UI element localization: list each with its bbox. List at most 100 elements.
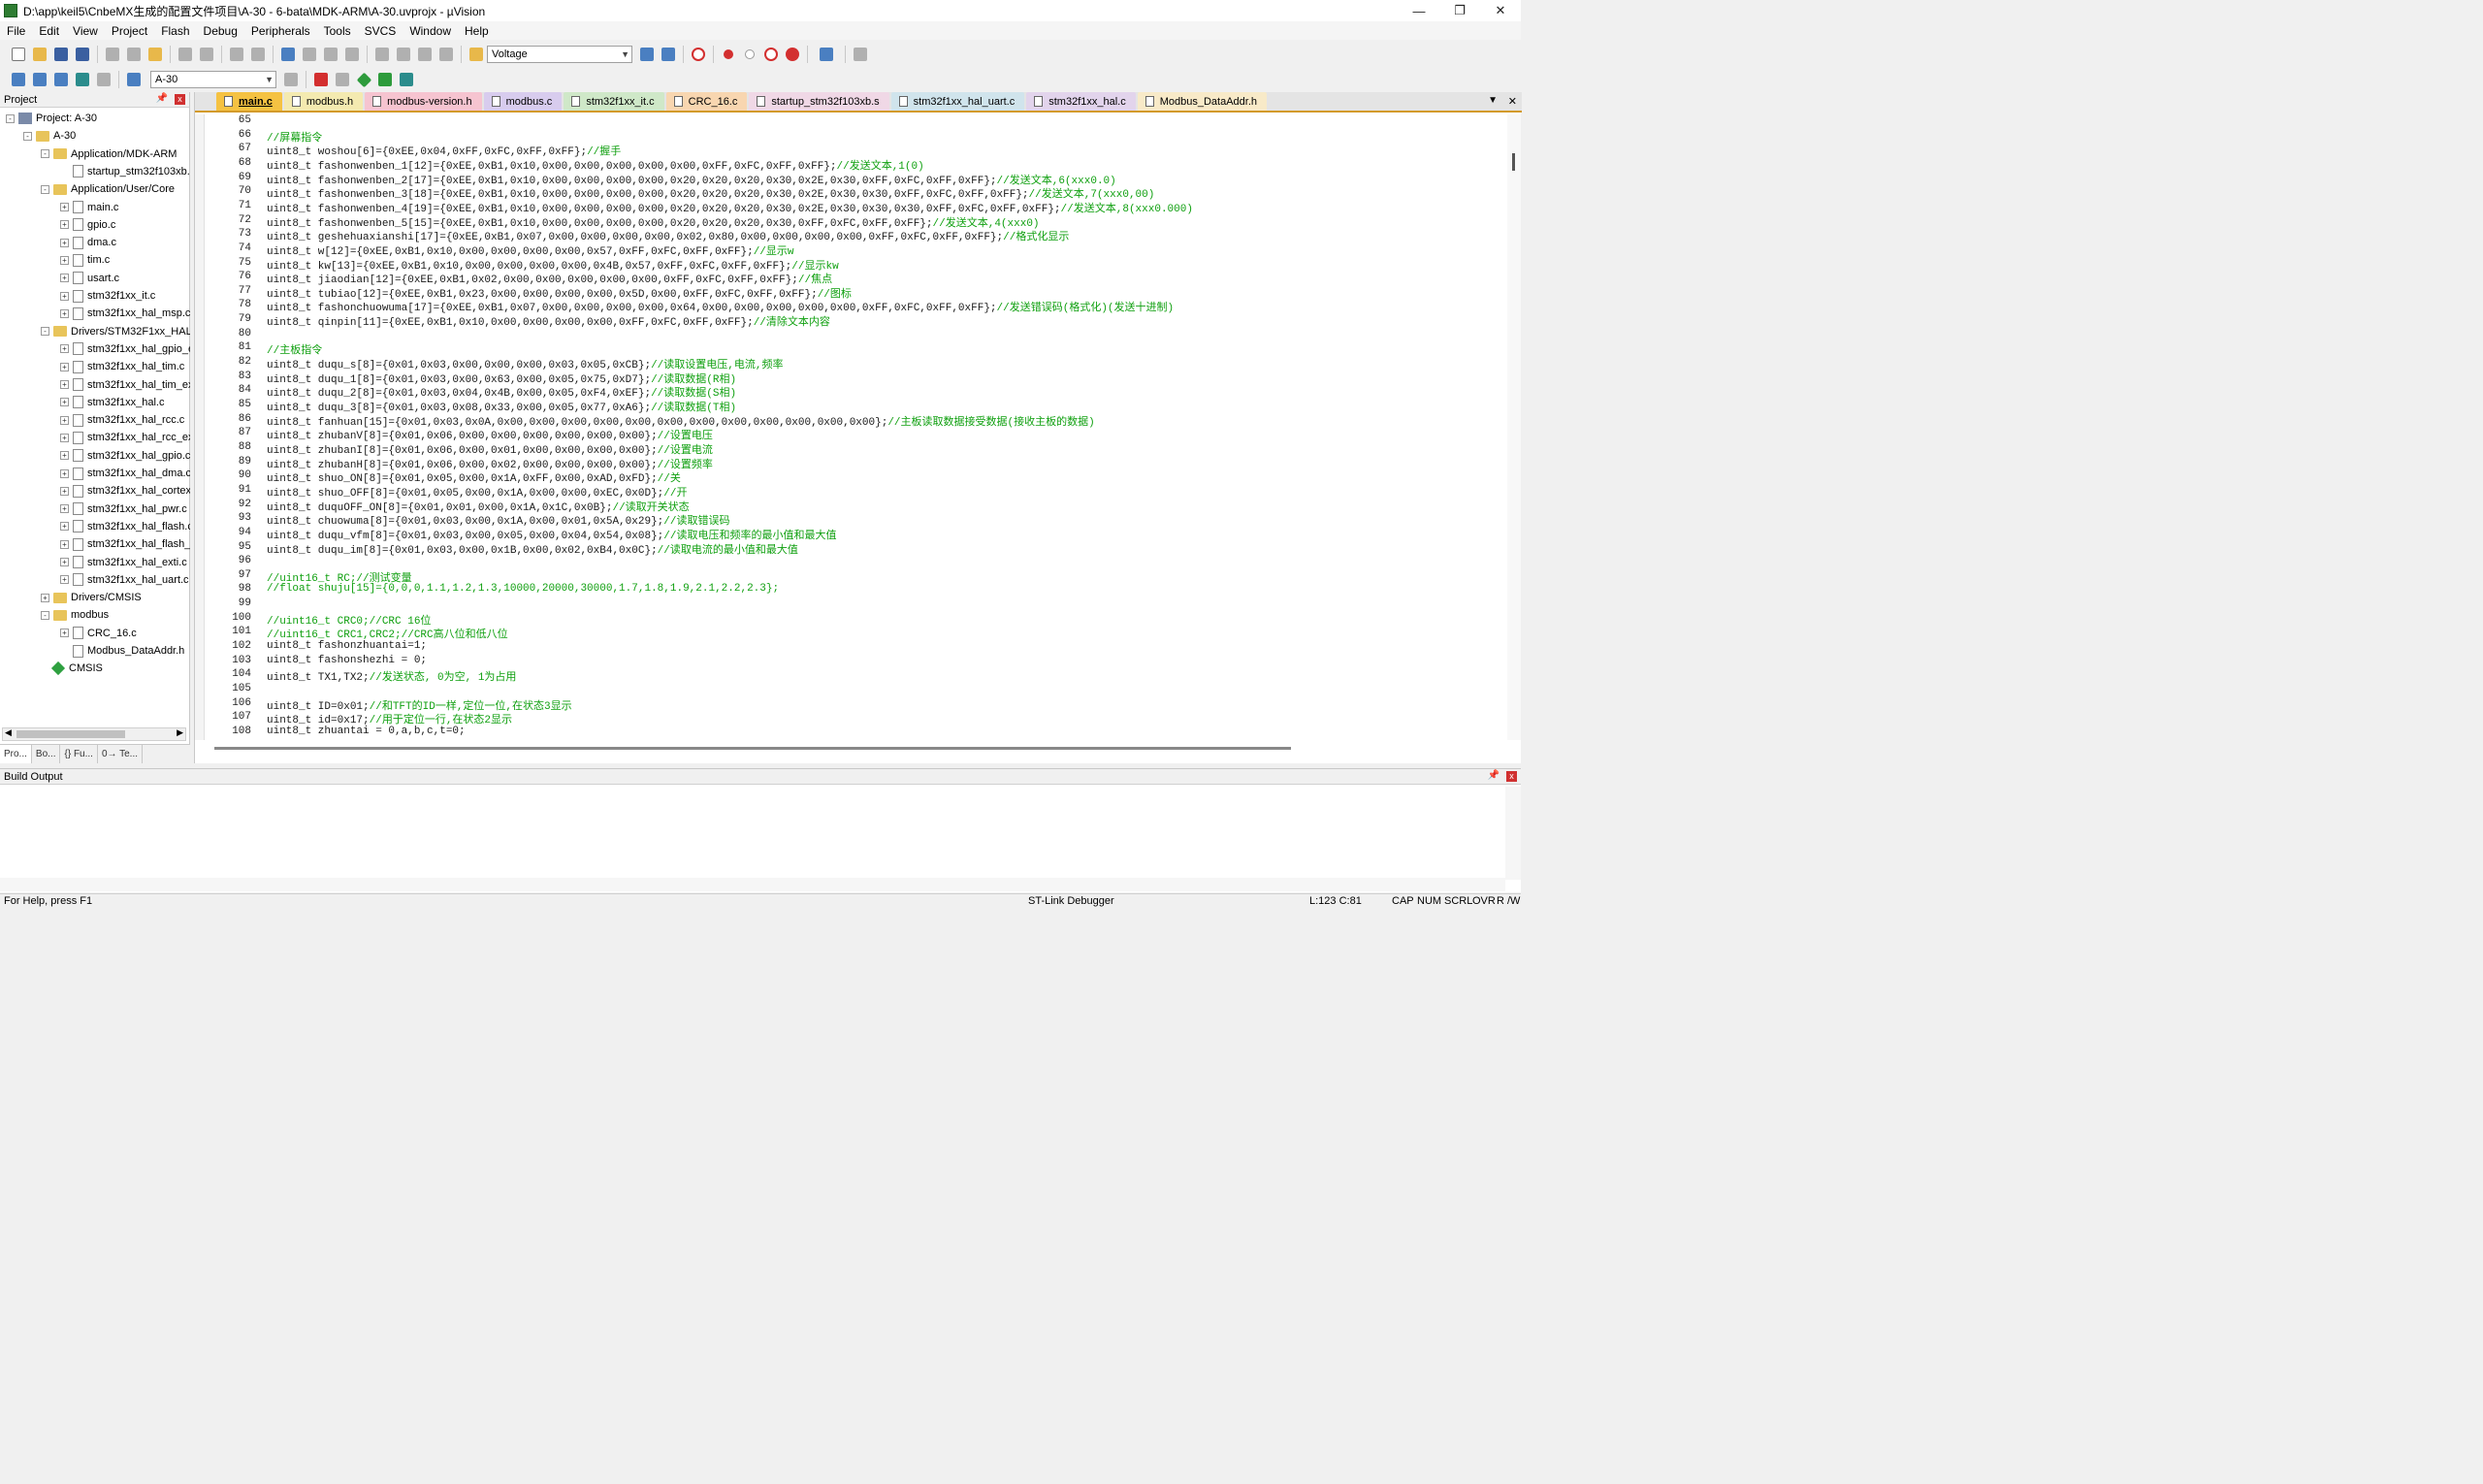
tree-item[interactable]: + stm32f1xx_hal_gpio_ex.c [60,340,190,358]
select-packs-button[interactable] [333,70,352,89]
tree-item[interactable]: + tim.c [60,251,110,269]
code-line[interactable]: 68 uint8_t fashonwenben_1[12]={0xEE,0xB1,… [195,157,1504,173]
tree-item[interactable]: - A-30 [23,127,76,145]
code-line[interactable]: 76 uint8_t jiaodian[12]={0xEE,0xB1,0x02,0… [195,271,1504,286]
editor-tab[interactable]: stm32f1xx_it.c [564,92,664,111]
menu-file[interactable]: File [0,24,32,38]
code-line[interactable]: 105 [195,683,1504,697]
scroll-right-icon[interactable]: ▶ [177,727,183,738]
expand-icon[interactable]: + [60,468,69,478]
uncomment-button[interactable] [436,45,456,64]
menu-view[interactable]: View [66,24,105,38]
code-line[interactable]: 99 [195,597,1504,612]
expand-icon[interactable]: + [60,291,69,301]
expand-icon[interactable]: + [60,255,69,265]
bookmark-prev-button[interactable] [300,45,319,64]
code-line[interactable]: 81 //主板指令 [195,341,1504,357]
configure-button[interactable] [851,45,870,64]
tree-item[interactable]: + CRC_16.c [60,625,137,642]
tree-item[interactable]: startup_stm32f103xb.s [60,163,190,180]
save-all-button[interactable] [73,45,92,64]
code-line[interactable]: 90 uint8_t shuo_ON[8]={0x01,0x05,0x00,0x1… [195,469,1504,485]
code-line[interactable]: 67 uint8_t woshou[6]={0xEE,0x04,0xFF,0xFC… [195,143,1504,158]
expand-icon[interactable]: + [60,629,69,638]
code-line[interactable]: 83 uint8_t duqu_1[8]={0x01,0x03,0x00,0x63… [195,371,1504,386]
tree-item[interactable]: + stm32f1xx_it.c [60,287,155,305]
maximize-button[interactable]: ❐ [1439,0,1480,21]
expand-icon[interactable]: + [60,451,69,461]
expand-icon[interactable]: + [60,344,69,354]
build-output-horizontal-scrollbar[interactable] [0,878,1505,891]
collapse-icon[interactable]: - [6,113,15,123]
expand-icon[interactable]: + [60,522,69,532]
menu-peripherals[interactable]: Peripherals [244,24,317,38]
disable-all-breakpoints-button[interactable] [761,45,781,64]
find-combo[interactable]: Voltage ▼ [487,46,632,63]
expand-icon[interactable]: + [60,504,69,514]
manage-rte-button[interactable] [354,70,373,89]
code-line[interactable]: 107 uint8_t id=0x17;//用于定位一行,在状态2显示 [195,711,1504,726]
tree-item[interactable]: + stm32f1xx_hal_exti.c [60,554,187,571]
tree-item[interactable]: + main.c [60,199,118,216]
indent-button[interactable] [372,45,392,64]
code-line[interactable]: 79 uint8_t qinpin[11]={0xEE,0xB1,0x10,0x0… [195,313,1504,329]
paste-button[interactable] [145,45,165,64]
nav-back-button[interactable] [227,45,246,64]
code-line[interactable]: 70 uint8_t fashonwenben_3[18]={0xEE,0xB1,… [195,185,1504,201]
code-line[interactable]: 65 [195,114,1504,129]
expand-icon[interactable]: + [60,362,69,371]
code-line[interactable]: 92 uint8_t duquOFF_ON[8]={0x01,0x01,0x00,… [195,499,1504,514]
menu-window[interactable]: Window [403,24,458,38]
expand-icon[interactable]: + [60,415,69,425]
save-button[interactable] [51,45,71,64]
build-output-vertical-scrollbar[interactable] [1505,787,1521,880]
menu-edit[interactable]: Edit [32,24,66,38]
disable-breakpoint-button[interactable] [740,45,759,64]
bookmark-next-button[interactable] [321,45,340,64]
nav-forward-button[interactable] [248,45,268,64]
tree-item[interactable]: - Drivers/STM32F1xx_HAL_Driver [41,323,190,340]
code-line[interactable]: 69 uint8_t fashonwenben_2[17]={0xEE,0xB1,… [195,172,1504,187]
translate-button[interactable] [9,70,28,89]
code-line[interactable]: 72 uint8_t fashonwenben_5[15]={0xEE,0xB1,… [195,214,1504,230]
expand-icon[interactable]: + [60,558,69,566]
tree-item[interactable]: - Application/MDK-ARM [41,145,177,163]
cmsis-config-button[interactable] [397,70,416,89]
code-line[interactable]: 85 uint8_t duqu_3[8]={0x01,0x03,0x08,0x33… [195,399,1504,414]
target-options-button[interactable] [281,70,301,89]
menu-svcs[interactable]: SVCS [358,24,403,38]
code-line[interactable]: 103 uint8_t fashonshezhi = 0; [195,655,1504,669]
collapse-icon[interactable]: - [41,610,49,620]
editor-tab[interactable]: stm32f1xx_hal.c [1026,92,1136,111]
expand-icon[interactable]: + [60,274,69,283]
tree-item[interactable]: + gpio.c [60,216,115,234]
comment-button[interactable] [415,45,435,64]
code-line[interactable]: 106 uint8_t ID=0x01;//和TFT的ID一样,定位一位,在状态3… [195,697,1504,713]
project-horizontal-scrollbar[interactable]: ◀ ▶ [2,727,186,741]
tree-item[interactable]: + stm32f1xx_hal_pwr.c [60,500,187,518]
scroll-left-icon[interactable]: ◀ [5,727,12,738]
code-line[interactable]: 94 uint8_t duqu_vfm[8]={0x01,0x03,0x00,0x… [195,527,1504,542]
tab-functions[interactable]: {} Fu... [60,745,98,763]
bookmark-clear-button[interactable] [342,45,362,64]
tree-item[interactable]: + stm32f1xx_hal_rcc.c [60,411,184,429]
close-icon[interactable]: x [175,94,185,105]
code-line[interactable]: 104 uint8_t TX1,TX2;//发送状态, 0为空, 1为占用 [195,668,1504,684]
code-line[interactable]: 97 //uint16_t RC;//测试变量 [195,569,1504,585]
tab-templates[interactable]: 0→ Te... [98,745,144,763]
pin-icon[interactable]: 📌 [1488,770,1499,781]
code-line[interactable]: 89 uint8_t zhubanH[8]={0x01,0x06,0x00,0x0… [195,456,1504,471]
pack-installer-button[interactable] [375,70,395,89]
tab-list-dropdown-icon[interactable]: ▼ [1488,95,1498,106]
tree-item[interactable]: - modbus [41,606,109,624]
download-button[interactable] [124,70,144,89]
menu-debug[interactable]: Debug [197,24,244,38]
manage-project-items-button[interactable] [311,70,331,89]
code-line[interactable]: 100 //uint16_t CRC0;//CRC 16位 [195,612,1504,628]
tree-item[interactable]: Modbus_DataAddr.h [60,642,184,660]
code-line[interactable]: 80 [195,328,1504,342]
menu-tools[interactable]: Tools [317,24,358,38]
expand-icon[interactable]: + [60,238,69,247]
expand-icon[interactable]: + [60,539,69,549]
expand-icon[interactable]: + [60,486,69,496]
